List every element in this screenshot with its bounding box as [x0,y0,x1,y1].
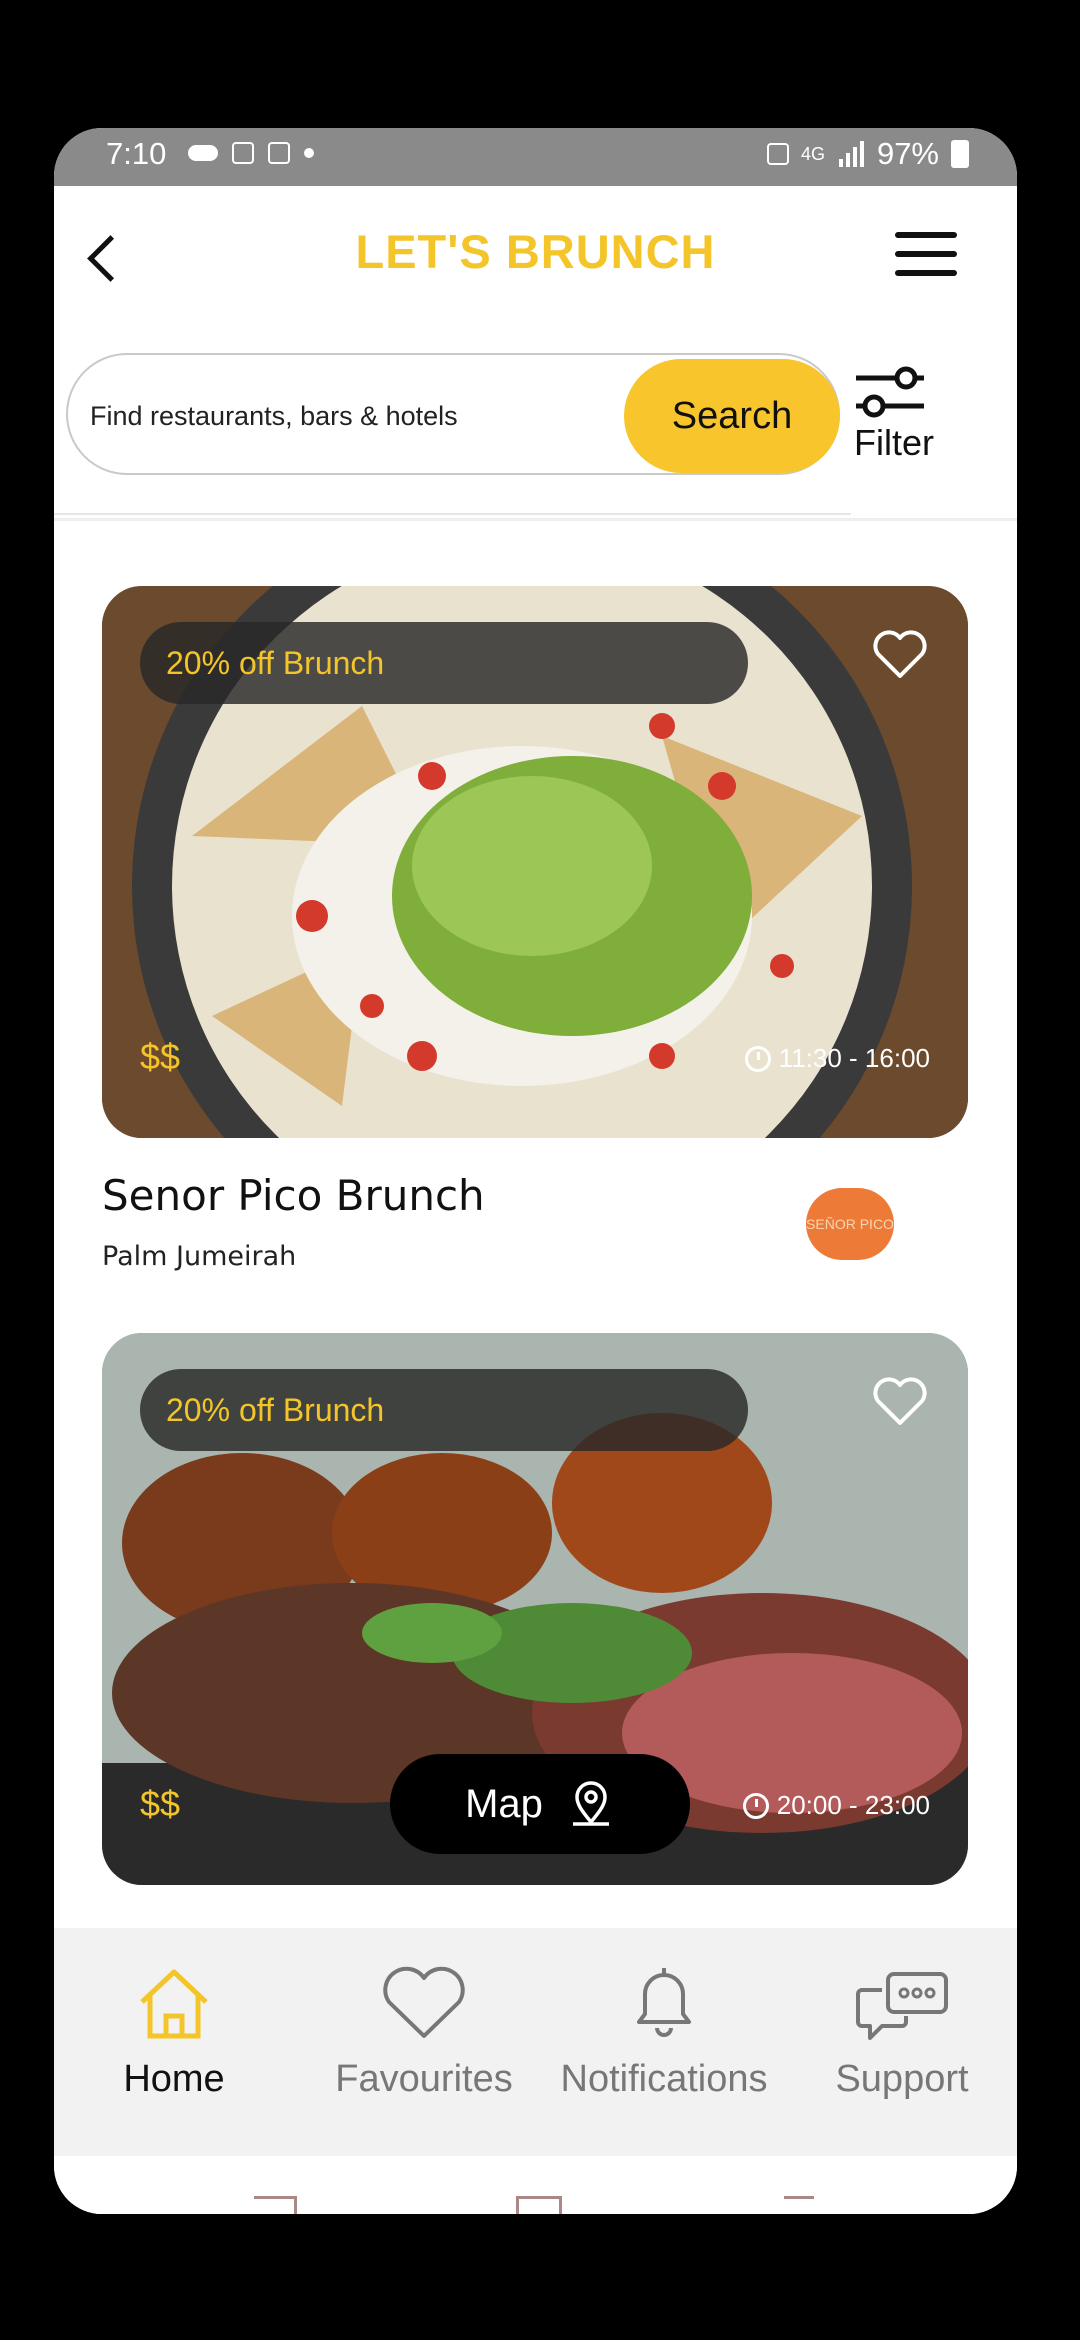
hours-text: 20:00 - 23:00 [776,1790,930,1820]
notification-icons [188,142,314,164]
search-button[interactable]: Search [624,359,840,473]
system-navigation-bar [54,2156,1017,2214]
price-level: $$ [140,1036,181,1077]
hamburger-menu-icon[interactable] [895,232,957,276]
nav-support-label: Support [835,2058,969,2100]
filter-label: Filter [854,422,934,463]
price-level: $$ [140,1783,181,1824]
nav-home-label: Home [123,2058,225,2100]
battery-icon [951,140,969,168]
system-back-button[interactable] [784,2196,814,2214]
opening-hours: 11:30 - 16:00 [744,1043,930,1074]
clock-icon [744,1045,771,1072]
chat-icon [856,1972,948,2040]
more-dot-icon [304,148,314,158]
app-header: LET'S BRUNCH [54,186,1017,336]
promo-badge: 20% off Brunch [140,1369,748,1451]
nav-favourites[interactable]: Favourites [324,1956,524,2101]
search-input[interactable]: Find restaurants, bars & hotels [90,401,458,432]
signal-icon [838,141,864,167]
home-icon [140,1969,208,2039]
home-button[interactable] [516,2196,562,2214]
recents-button[interactable] [254,2196,297,2214]
bottom-navigation: Home Favourites Notifications Support [54,1928,1017,2156]
restaurant-name[interactable]: Senor Pico Brunch [102,1171,485,1220]
bell-icon [637,1968,691,2037]
status-time: 7:10 [106,136,167,171]
heart-icon [383,1966,465,2038]
search-bar[interactable]: Find restaurants, bars & hotels Search [66,353,840,475]
restaurant-card[interactable]: 20% off Brunch $$ 11:30 - 16:00 [102,586,968,1138]
nav-notifications-label: Notifications [560,2058,768,2100]
nav-home[interactable]: Home [114,1956,234,2101]
promo-badge: 20% off Brunch [140,622,748,704]
page-title: LET'S BRUNCH [355,225,716,278]
map-label: Map [465,1781,543,1826]
search-underline [54,513,851,515]
image-icon [268,142,290,164]
cloud-icon [188,145,218,161]
restaurant-location: Palm Jumeirah [102,1241,297,1272]
divider [54,518,1017,521]
network-type: 4G [800,143,825,164]
status-bar: 7:10 4G 97% [54,128,1017,186]
nav-support[interactable]: Support [822,1956,982,2101]
restaurant-logo: SEÑOR PICO [806,1188,894,1260]
heart-icon[interactable] [872,628,928,682]
map-pin-icon [572,1781,609,1826]
nav-favourites-label: Favourites [335,2058,513,2100]
app-notification-icon [232,142,254,164]
sliders-icon [856,366,924,418]
clock-icon [742,1792,769,1819]
nav-notifications[interactable]: Notifications [544,1956,784,2101]
heart-icon[interactable] [872,1375,928,1429]
hours-text: 11:30 - 16:00 [778,1043,930,1073]
opening-hours: 20:00 - 23:00 [742,1790,930,1821]
battery-percent: 97% [876,136,939,171]
alarm-icon [766,143,789,165]
filter-button[interactable]: Filter [854,364,964,474]
map-button[interactable]: Map [390,1754,690,1854]
phone-screen: 7:10 4G 97% LET'S BRUNCH Find restaurant… [54,128,1017,2214]
